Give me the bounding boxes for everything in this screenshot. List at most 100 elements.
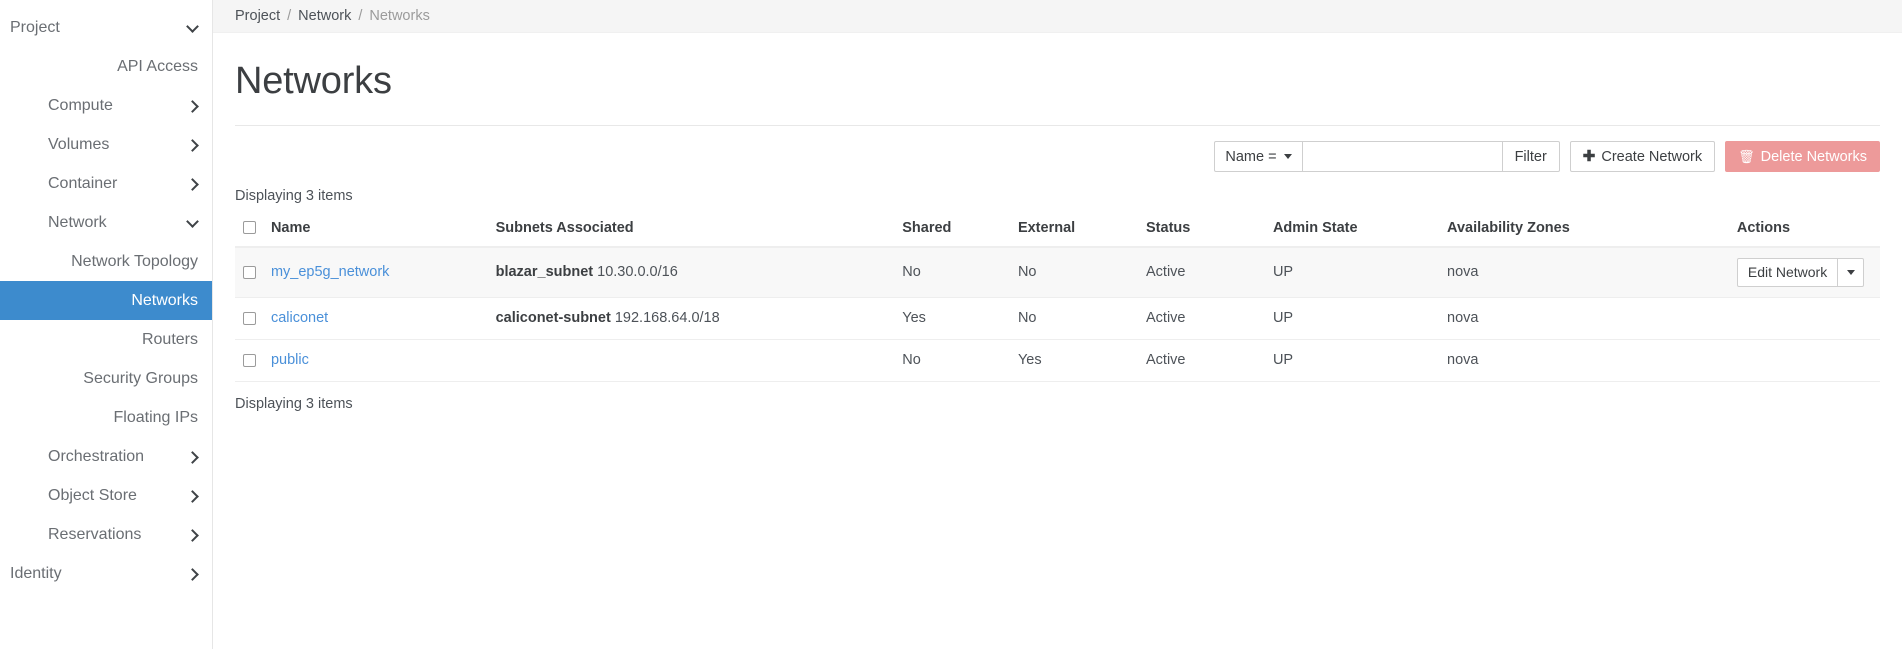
row-checkbox[interactable] [243,265,256,279]
subnet-cidr: 10.30.0.0/16 [597,264,678,281]
sidebar-item-orchestration[interactable]: Orchestration [0,437,212,476]
cell-status: Active [1146,297,1273,340]
table-header: Name Subnets Associated Shared External … [235,213,1880,248]
cell-actions: Edit Network [1736,246,1880,298]
select-all-header [235,213,271,248]
column-header-status[interactable]: Status [1146,213,1273,248]
create-network-label: Create Network [1601,148,1703,165]
sidebar-item-project[interactable]: Project [0,8,212,47]
cell-availability-zones: nova [1447,339,1737,382]
column-header-name[interactable]: Name [270,213,496,248]
breadcrumb-separator: / [287,8,292,24]
row-select-cell [235,246,271,298]
sidebar-item-network-topology[interactable]: Network Topology [0,242,212,281]
sidebar-item-label: API Access [117,57,198,75]
sidebar-item-label: Security Groups [83,369,198,387]
cell-admin-state: UP [1272,246,1448,298]
row-checkbox[interactable] [243,311,256,325]
sidebar-item-label: Volumes [48,135,110,153]
chevron-right-icon [188,452,198,462]
select-all-checkbox[interactable] [243,221,256,235]
sidebar-item-networks[interactable]: Networks [0,281,212,320]
sidebar-item-identity[interactable]: Identity [0,554,212,593]
cell-shared: Yes [902,297,1018,340]
chevron-right-icon [188,491,198,501]
column-header-admin-state[interactable]: Admin State [1272,213,1448,248]
table-row[interactable]: caliconet caliconet-subnet 192.168.64.0/1… [235,297,1880,340]
chevron-right-icon [188,179,198,189]
table-row[interactable]: my_ep5g_network blazar_subnet 10.30.0.0/1… [235,246,1880,298]
network-name-link[interactable]: caliconet [271,310,328,326]
row-action-group: Edit Network [1736,257,1865,287]
content-area: Networks Name = Filter ✚ Create Network [213,33,1902,412]
sidebar-item-floating-ips[interactable]: Floating IPs [0,398,212,437]
create-network-button[interactable]: ✚ Create Network [1569,141,1716,173]
column-header-subnets[interactable]: Subnets Associated [495,213,903,248]
row-actions-dropdown-button[interactable] [1838,257,1865,287]
cell-status: Active [1146,339,1273,382]
filter-button[interactable]: Filter [1502,141,1560,173]
table-header-row: Name Subnets Associated Shared External … [235,213,1880,248]
caret-down-icon [1283,154,1292,160]
cell-external: No [1017,246,1146,298]
cell-status: Active [1146,246,1273,298]
sidebar-item-reservations[interactable]: Reservations [0,515,212,554]
column-header-external[interactable]: External [1017,213,1146,248]
breadcrumb: Project / Network / Networks [213,0,1902,33]
trash-icon: 🗑 [1738,149,1755,165]
cell-admin-state: UP [1272,339,1448,382]
row-checkbox[interactable] [243,353,256,367]
column-header-shared[interactable]: Shared [902,213,1018,248]
chevron-right-icon [188,530,198,540]
sidebar-item-label: Object Store [48,486,137,504]
networks-table: Name Subnets Associated Shared External … [235,213,1880,382]
plus-icon: ✚ [1582,148,1596,166]
sidebar-item-label: Orchestration [48,447,145,465]
chevron-right-icon [188,140,198,150]
table-toolbar: Name = Filter ✚ Create Network 🗑 Delete … [235,140,1880,174]
column-header-az[interactable]: Availability Zones [1447,213,1737,248]
sidebar-item-container[interactable]: Container [0,164,212,203]
sidebar-item-volumes[interactable]: Volumes [0,125,212,164]
chevron-right-icon [188,569,198,579]
network-name-link[interactable]: my_ep5g_network [271,264,390,280]
network-name-link[interactable]: public [271,352,309,368]
chevron-right-icon [188,101,198,111]
sidebar-item-network[interactable]: Network [0,203,212,242]
breadcrumb-item-project[interactable]: Project [235,8,280,24]
row-select-cell [235,339,271,382]
sidebar-item-object-store[interactable]: Object Store [0,476,212,515]
sidebar: Project API Access Compute Volumes Container… [0,0,212,649]
filter-field-label: Name = [1225,148,1277,165]
sidebar-item-label: Project [10,18,60,36]
breadcrumb-item-networks: Networks [369,8,430,24]
cell-actions [1736,339,1880,382]
cell-subnets-associated: caliconet-subnet 192.168.64.0/18 [495,297,903,340]
subnet-name: caliconet-subnet [495,310,611,327]
search-input[interactable] [1302,141,1503,173]
cell-name: my_ep5g_network [270,246,496,298]
sidebar-item-compute[interactable]: Compute [0,86,212,125]
sidebar-item-security-groups[interactable]: Security Groups [0,359,212,398]
cell-subnets-associated: blazar_subnet 10.30.0.0/16 [495,246,903,298]
cell-external: No [1017,297,1146,340]
sidebar-item-label: Container [48,174,118,192]
cell-subnets-associated [495,339,903,382]
sidebar-item-label: Compute [48,96,113,114]
page-title: Networks [235,60,392,102]
title-divider [235,124,1880,126]
table-row[interactable]: public No Yes Active UP nova [235,339,1880,382]
subnet-name: blazar_subnet [495,264,594,281]
filter-field-dropdown[interactable]: Name = [1214,141,1303,173]
breadcrumb-separator: / [358,8,363,24]
delete-networks-button[interactable]: 🗑 Delete Networks [1725,141,1880,173]
row-select-cell [235,297,271,340]
cell-name: public [270,339,496,382]
breadcrumb-item-network[interactable]: Network [298,8,351,24]
cell-shared: No [902,339,1018,382]
sidebar-item-routers[interactable]: Routers [0,320,212,359]
sidebar-item-label: Network Topology [71,252,198,270]
edit-network-button[interactable]: Edit Network [1736,257,1839,287]
sidebar-item-api-access[interactable]: API Access [0,47,212,86]
sidebar-item-label: Reservations [48,525,142,543]
